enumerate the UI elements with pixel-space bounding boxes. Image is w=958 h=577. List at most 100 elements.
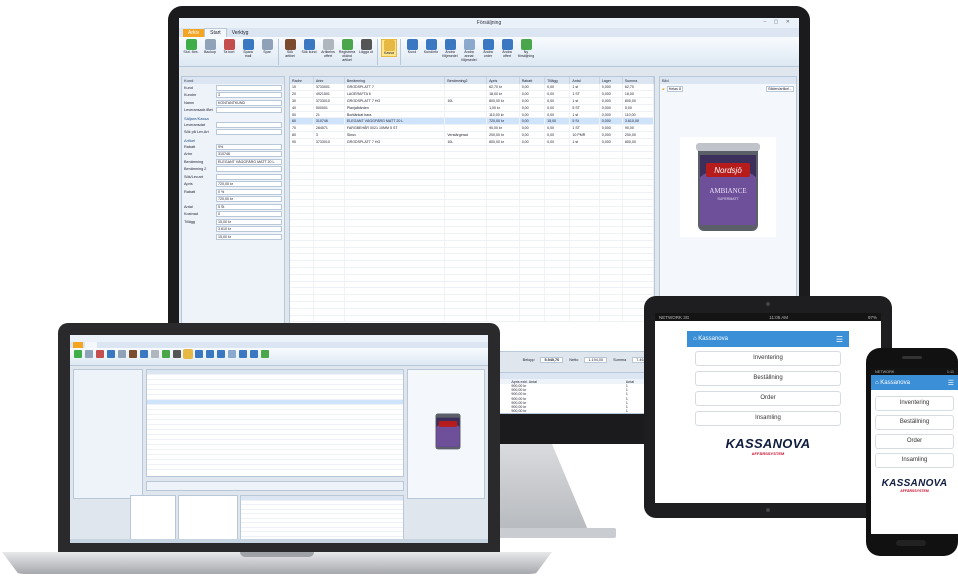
ribbon-button[interactable]: Ändra offert	[499, 39, 515, 59]
ribbon-button[interactable]: Spara mall	[240, 39, 256, 59]
tab-start[interactable]: Start	[204, 28, 227, 37]
ribbon-button[interactable]: Sök kund	[301, 39, 317, 55]
form-field[interactable]: 0	[216, 211, 282, 218]
laptop-ribbon-icon[interactable]	[250, 350, 258, 358]
table-row[interactable]: 10 3733001 GRODSPLATT 7 62,70 kr 0,00 0,00 1 s…	[290, 84, 655, 92]
grid-column-header[interactable]: Tillägg	[544, 77, 571, 84]
ribbon-button[interactable]: Kassa	[381, 39, 397, 57]
menu-button-inventering[interactable]: Inventering	[875, 396, 954, 411]
menu-button-insamling[interactable]: Insamling	[695, 411, 841, 426]
window-controls[interactable]: – ▢ ✕	[764, 19, 793, 25]
laptop-ribbon-icon[interactable]	[162, 350, 170, 358]
laptop-ribbon-icon[interactable]	[129, 350, 137, 358]
laptop-ribbon-icon[interactable]	[206, 350, 214, 358]
form-field[interactable]: 720,00 kr	[216, 196, 282, 203]
ribbon-button[interactable]: Backup	[202, 39, 218, 55]
grid-column-header[interactable]: Artnr	[313, 77, 345, 84]
grid-column-header[interactable]: Antal	[569, 77, 600, 84]
form-field[interactable]	[216, 84, 282, 91]
ribbon-button[interactable]: Artikelns offert	[320, 39, 336, 59]
hamburger-menu-icon[interactable]: ☰	[836, 335, 843, 344]
menu-button-order[interactable]: Order	[875, 434, 954, 449]
menu-button-beställning[interactable]: Beställning	[875, 415, 954, 430]
empty-cell	[599, 287, 623, 296]
laptop-ribbon-icon[interactable]	[140, 350, 148, 358]
form-field[interactable]: 310746	[216, 151, 282, 158]
laptop-ribbon-icon[interactable]	[96, 350, 104, 358]
form-field[interactable]: 3	[216, 92, 282, 99]
grid-column-header[interactable]: Apris	[486, 77, 520, 84]
table-cell: 0,00	[519, 104, 546, 112]
form-field[interactable]: 9%	[216, 143, 282, 150]
form-field[interactable]	[216, 166, 282, 173]
form-field[interactable]	[216, 129, 282, 136]
tab-verktyg[interactable]: Verktyg	[227, 29, 254, 37]
ribbon-button[interactable]: Ändra order	[480, 39, 496, 59]
form-field[interactable]: 5 St	[216, 203, 282, 210]
laptop-tab-start[interactable]	[85, 342, 97, 348]
laptop-tab-file[interactable]	[73, 342, 83, 348]
form-field[interactable]: 15,00 kr	[216, 218, 282, 225]
ribbon-button[interactable]: Registrera okänd artikel	[339, 39, 355, 63]
form-field[interactable]: ELEGANT VÄGGFÄRG MATT 20 L	[216, 158, 282, 165]
laptop-ribbon-icon[interactable]	[118, 350, 126, 358]
menu-button-inventering[interactable]: Inventering	[695, 351, 841, 366]
laptop-ribbon-icon[interactable]	[151, 350, 159, 358]
form-field[interactable]	[216, 107, 282, 114]
empty-cell	[444, 301, 488, 309]
menu-button-insamling[interactable]: Insamling	[875, 453, 954, 468]
form-field[interactable]	[216, 121, 282, 128]
table-row[interactable]: 40 500001 Planjalbärden 1,00 kr 0,00 0,00 5 ST…	[290, 104, 655, 112]
ribbon-button[interactable]: Ny försäljning	[518, 39, 534, 59]
ribbon-button[interactable]: Ta bort	[221, 39, 237, 55]
laptop-ribbon-icon[interactable]	[261, 350, 269, 358]
grid-column-header[interactable]: Summa	[622, 77, 655, 84]
ribbon-button[interactable]: Ändra annat följesedel	[461, 39, 477, 63]
laptop-ribbon-icon[interactable]	[74, 350, 82, 358]
table-row[interactable]: 20 4921501 LAGERAFTA 6 18,00 kr 0,00 0,00 1 ST…	[290, 90, 655, 99]
home-icon[interactable]: ⌂	[875, 380, 879, 386]
ribbon-button[interactable]: Kundinfo	[423, 39, 439, 55]
ribbon-button[interactable]: Spar	[259, 39, 275, 55]
table-row[interactable]: 80 3 Skruv Verstärgerad 200,00 kr 0,00 0,00 10 …	[290, 131, 655, 139]
form-field[interactable]: 3.610 kr	[216, 226, 282, 233]
laptop-ribbon-icon[interactable]	[217, 350, 225, 358]
hamburger-menu-icon[interactable]: ☰	[948, 379, 954, 387]
ribbon-button[interactable]: Ändra följesedel	[442, 39, 458, 59]
menu-button-beställning[interactable]: Beställning	[695, 371, 841, 386]
ribbon-button[interactable]: Sök artikel	[282, 39, 298, 59]
laptop-ribbon-icon[interactable]	[85, 350, 93, 358]
tab-file[interactable]: Arkiv	[183, 29, 205, 37]
ribbon-button[interactable]: Kund	[404, 39, 420, 55]
form-field[interactable]	[216, 173, 282, 180]
table-row[interactable]: 90 3733010 GRODSPLATT 7 HG 10L 800,00 kr 0,00…	[290, 138, 655, 146]
grid-column-header[interactable]: Radnr	[290, 77, 314, 84]
grid-column-header[interactable]: Benämning	[344, 77, 446, 84]
laptop-ribbon-icon[interactable]	[183, 349, 193, 359]
laptop-ribbon-icon[interactable]	[239, 350, 247, 358]
form-field[interactable]: KONTANTKUND	[216, 99, 282, 106]
table-row[interactable]: 70 284571 FARGBEHÅR 0021 10MM 5 ST 90,00 kr…	[290, 124, 655, 133]
grid-column-header[interactable]: Lager	[599, 77, 623, 84]
grid-column-header[interactable]: Benämning2	[444, 77, 488, 84]
form-field[interactable]: 0 %	[216, 188, 282, 195]
image-size-select[interactable]: Helas 8	[666, 86, 683, 92]
table-row[interactable]: 50 21 Borttänkat bara 110,00 kr 0,00 0,00 1 st…	[290, 111, 655, 119]
menu-button-order[interactable]: Order	[695, 391, 841, 406]
grid-column-header[interactable]: Rabatt	[519, 77, 546, 84]
home-icon[interactable]: ⌂	[693, 336, 697, 342]
table-row[interactable]: 30 3733010 GRODSPLATT 7 HG 10L 800,00 kr 0,00…	[290, 97, 655, 105]
empty-cell	[519, 145, 546, 153]
ribbon-button[interactable]: Slut. förs.	[183, 39, 199, 55]
folder-icon[interactable]: ▰	[662, 87, 665, 91]
laptop-ribbon-icon[interactable]	[195, 350, 203, 358]
form-field[interactable]: 720,00 kr	[216, 181, 282, 188]
phone-home-button[interactable]	[896, 540, 926, 546]
table-row[interactable]: 60 310746 ELEGANT VÄGGFÄRG MATT 20 L 720,00…	[290, 117, 655, 126]
ribbon-button[interactable]: Lägga ut	[358, 39, 374, 55]
laptop-ribbon-icon[interactable]	[107, 350, 115, 358]
laptop-ribbon-icon[interactable]	[228, 350, 236, 358]
image-article-button[interactable]: Bilden/artikel...	[766, 86, 794, 92]
laptop-ribbon-icon[interactable]	[173, 350, 181, 358]
form-field[interactable]: 15,00 kr	[216, 233, 282, 240]
